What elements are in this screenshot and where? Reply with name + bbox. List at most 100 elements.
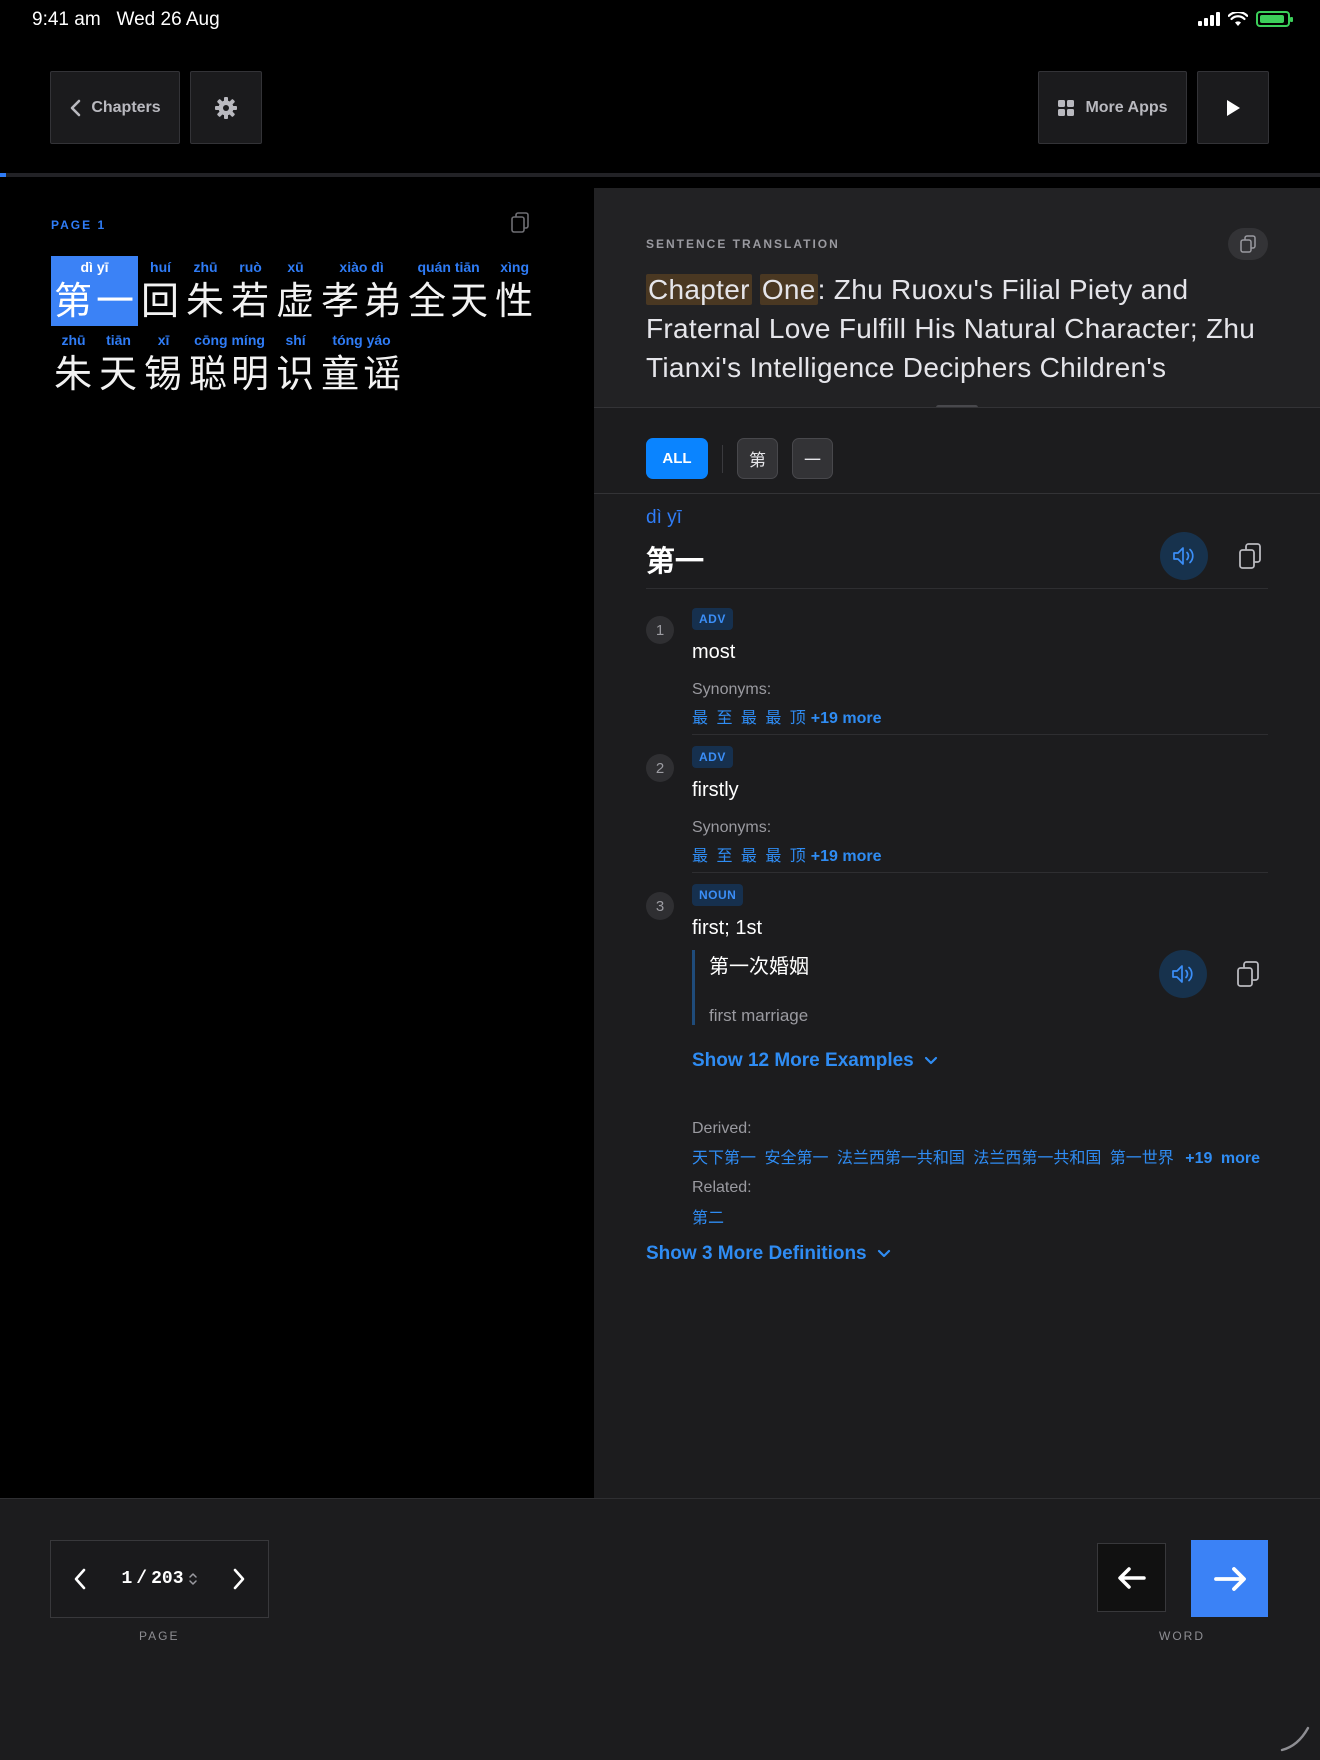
total-pages: 203	[151, 1569, 184, 1589]
copy-example-button[interactable]	[1228, 954, 1268, 994]
reader-word[interactable]: huí 回	[138, 256, 183, 326]
part-of-speech-badge: ADV	[692, 746, 733, 768]
synonyms-list[interactable]: 最 至 最 最 顶 +19 more	[692, 842, 1268, 866]
reader-word[interactable]: zhū 朱	[51, 329, 96, 399]
derived-words[interactable]: 天下第一 安全第一 法兰西第一共和国 法兰西第一共和国 第一世界	[692, 1150, 1174, 1167]
reader-word[interactable]: ruò 若	[228, 256, 273, 326]
example-chinese[interactable]: 第一次婚姻	[709, 950, 809, 979]
reader-word[interactable]: xī 锡	[141, 329, 186, 399]
word-pinyin: xiào dì	[339, 259, 384, 275]
word-hanzi: 回	[141, 281, 184, 323]
related-word[interactable]: 第二	[692, 1204, 724, 1228]
reader-word[interactable]: shí 识	[273, 329, 318, 399]
highlighted-word[interactable]: One	[759, 274, 818, 305]
grid-icon	[1058, 99, 1075, 116]
copy-word-button[interactable]	[1230, 536, 1270, 576]
entry-pinyin: dì yī	[646, 507, 682, 528]
derived-list[interactable]: 天下第一 安全第一 法兰西第一共和国 法兰西第一共和国 第一世界 +19 mor…	[692, 1144, 1268, 1168]
entry-divider	[646, 588, 1268, 589]
word-hanzi: 识	[276, 354, 319, 396]
definition-divider	[692, 872, 1268, 873]
more-apps-button[interactable]: More Apps	[1038, 71, 1187, 144]
example-accent-bar	[692, 950, 695, 1025]
example-english: first marriage	[709, 1006, 809, 1025]
definition-item: 2 ADV firstly Synonyms: 最 至 最 最 顶 +19 mor…	[646, 746, 1268, 876]
reader-word[interactable]: xiào dì 孝弟	[318, 256, 405, 326]
page-indicator[interactable]: 1 / 203	[121, 1569, 197, 1589]
definition-body: ADV most Synonyms: 最 至 最 最 顶 +19 more	[692, 608, 1268, 728]
word-hanzi: 虚	[276, 281, 319, 323]
reader-word[interactable]: dì yī 第一	[51, 256, 139, 326]
chevron-up-down-icon	[188, 1573, 197, 1585]
word-hanzi: 童谣	[321, 354, 406, 396]
word-hanzi: 孝弟	[321, 281, 406, 323]
word-hanzi: 朱	[54, 354, 97, 396]
derived-more-link[interactable]: +19 more	[1185, 1150, 1260, 1167]
wifi-icon	[1228, 11, 1248, 26]
copy-icon	[1237, 961, 1259, 987]
part-of-speech-badge: NOUN	[692, 884, 744, 906]
synonyms-more-link[interactable]: +19 more	[811, 710, 882, 727]
pencil-corner-icon	[1280, 1726, 1310, 1752]
show-more-examples-button[interactable]: Show 12 More Examples	[692, 1050, 938, 1072]
chevron-down-icon	[877, 1249, 890, 1258]
reader-word[interactable]: xìng 性	[492, 256, 537, 326]
app-root: 9:41 am Wed 26 Aug Chapters More Apps PA…	[0, 0, 1320, 1760]
copy-page-button[interactable]	[510, 212, 530, 239]
word-pinyin: dì yī	[80, 259, 109, 275]
reader-line-2: zhū 朱 tiān 天 xī 锡 cōng míng 聪明 shí 识 tóng yáo 童谣	[51, 329, 405, 399]
definition-number: 2	[646, 754, 674, 782]
highlighted-word[interactable]: Chapter	[646, 274, 752, 305]
definition-number: 3	[646, 892, 674, 920]
filter-char-2[interactable]: 一	[792, 438, 833, 479]
word-pinyin: huí	[150, 259, 172, 275]
chevron-left-icon[interactable]	[73, 1568, 87, 1590]
chapters-button[interactable]: Chapters	[50, 71, 180, 144]
reader-word[interactable]: cōng míng 聪明	[186, 329, 273, 399]
reader-word[interactable]: quán tiān 全天	[405, 256, 492, 326]
reader-line-1: dì yī 第一 huí 回 zhū 朱 ruò 若 xū 虚 xiào dì 孝弟 quán tiān…	[51, 256, 537, 326]
word-pinyin: ruò	[239, 259, 262, 275]
more-apps-label: More Apps	[1085, 98, 1168, 116]
word-pinyin: tiān	[106, 332, 131, 348]
definition-number: 1	[646, 616, 674, 644]
reader-word[interactable]: zhū 朱	[183, 256, 228, 326]
entry-hanzi: 第一	[646, 546, 705, 578]
arrow-left-icon	[1117, 1566, 1146, 1589]
settings-button[interactable]	[190, 71, 262, 144]
word-hanzi: 朱	[186, 281, 229, 323]
copy-translation-button[interactable]	[1228, 228, 1268, 260]
word-hanzi: 若	[231, 281, 274, 323]
resize-handle[interactable]	[936, 405, 978, 407]
status-time: 9:41 am Wed 26 Aug	[32, 9, 220, 31]
status-icons	[1198, 11, 1293, 27]
example-sentence: 第一次婚姻 first marriage	[692, 950, 1268, 1025]
filter-char-1[interactable]: 第	[737, 438, 778, 479]
previous-word-button[interactable]	[1097, 1543, 1166, 1612]
current-page: 1	[121, 1569, 133, 1589]
show-more-definitions-label: Show 3 More Definitions	[646, 1243, 867, 1264]
play-button[interactable]	[1197, 71, 1269, 144]
reader-word[interactable]: xū 虚	[273, 256, 318, 326]
reading-progress-bar	[0, 173, 1320, 177]
dictionary-panel: SENTENCE TRANSLATION Chapter One: Zhu Ru…	[594, 188, 1320, 1498]
page-label: PAGE 1	[51, 218, 107, 232]
chevron-right-icon[interactable]	[232, 1568, 246, 1590]
synonyms[interactable]: 最 至 最 最 顶	[692, 710, 808, 727]
status-bar: 9:41 am Wed 26 Aug	[0, 0, 1320, 40]
word-pinyin: xìng	[500, 259, 529, 275]
speak-example-button[interactable]	[1159, 950, 1207, 998]
page-separator: /	[136, 1569, 148, 1589]
synonyms[interactable]: 最 至 最 最 顶	[692, 848, 808, 865]
synonyms-more-link[interactable]: +19 more	[811, 848, 882, 865]
synonyms-list[interactable]: 最 至 最 最 顶 +19 more	[692, 704, 1268, 728]
speak-word-button[interactable]	[1160, 532, 1208, 580]
show-more-definitions-button[interactable]: Show 3 More Definitions	[646, 1243, 891, 1265]
reader-word[interactable]: tiān 天	[96, 329, 141, 399]
filter-all-button[interactable]: ALL	[646, 438, 708, 479]
reader-word[interactable]: tóng yáo 童谣	[318, 329, 405, 399]
speaker-icon	[1173, 547, 1194, 565]
copy-icon	[1239, 543, 1261, 569]
next-word-button[interactable]	[1191, 1540, 1268, 1617]
word-pinyin: cōng míng	[194, 332, 265, 348]
